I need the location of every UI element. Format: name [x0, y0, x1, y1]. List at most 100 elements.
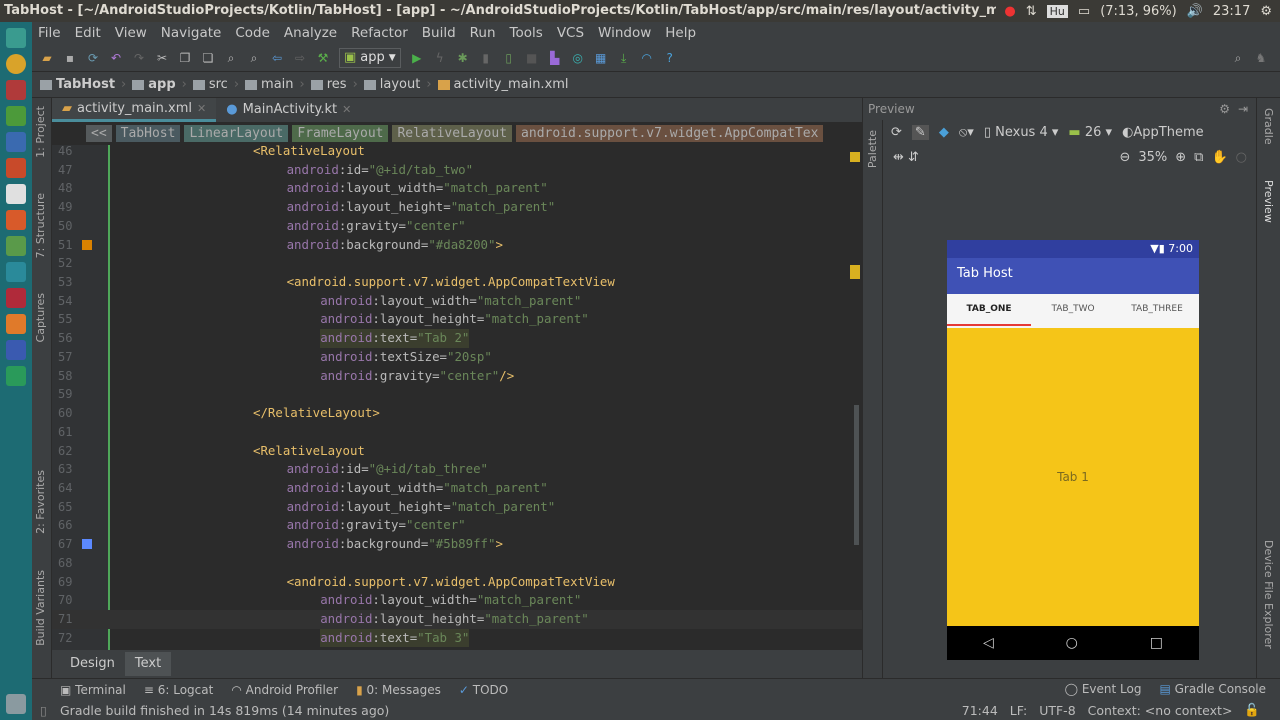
chrome-icon[interactable]	[6, 54, 26, 74]
xml-crumb-item[interactable]: FrameLayout	[292, 125, 389, 142]
xml-crumb-item[interactable]: RelativeLayout	[392, 125, 513, 142]
tool-logcat[interactable]: ≡ 6: Logcat	[144, 683, 213, 697]
code-line[interactable]: 65 android:layout_height="match_parent"	[52, 498, 862, 517]
tool-event-log[interactable]: ◯ Event Log	[1065, 682, 1142, 696]
breadcrumb-res[interactable]: res	[310, 77, 347, 92]
help-icon[interactable]: ?	[663, 51, 677, 65]
profile-icon[interactable]: ▮	[479, 51, 493, 65]
settings-icon[interactable]: ⚙	[1219, 98, 1230, 120]
code-line[interactable]: 58 android:gravity="center"/>	[52, 367, 862, 386]
tool-gradle-console[interactable]: ▤ Gradle Console	[1159, 682, 1266, 696]
spreadsheet-icon[interactable]	[6, 106, 26, 126]
breadcrumb-src[interactable]: src	[192, 77, 228, 92]
tab-mainactivity-kt[interactable]: ● MainActivity.kt ✕	[216, 98, 361, 122]
code-editor[interactable]: 46 <RelativeLayout 47 android:id="@+id/tab_…	[52, 145, 862, 650]
menu-vcs[interactable]: VCS	[557, 22, 584, 44]
breadcrumb-layout[interactable]: layout	[363, 77, 420, 92]
back-icon[interactable]: ⇦	[270, 51, 284, 65]
recents-icon[interactable]: □	[1150, 635, 1163, 651]
editor-scrollbar[interactable]	[848, 145, 862, 650]
network-icon[interactable]: ⇅	[1026, 4, 1037, 19]
tool-todo[interactable]: ✓ TODO	[459, 683, 508, 697]
menu-analyze[interactable]: Analyze	[284, 22, 337, 44]
app-icon[interactable]	[6, 314, 26, 334]
code-line[interactable]: 59	[52, 385, 862, 404]
back-icon[interactable]: ◁	[983, 635, 994, 651]
api-select[interactable]: ▬ 26 ▾	[1068, 125, 1112, 140]
code-line[interactable]: 60 </RelativeLayout>	[52, 404, 862, 423]
run-config-select[interactable]: ▣ app ▼	[339, 47, 401, 68]
search-everywhere-icon[interactable]: ⌕	[1231, 51, 1245, 65]
power-icon[interactable]: ⚙	[1260, 4, 1272, 19]
code-line[interactable]: 61	[52, 423, 862, 442]
tab-text[interactable]: Text	[124, 652, 172, 676]
app-icon[interactable]	[6, 184, 26, 204]
project-structure-icon[interactable]: ▦	[594, 51, 608, 65]
code-line[interactable]: 69 <android.support.v7.widget.AppCompatTe…	[52, 573, 862, 592]
scroll-thumb[interactable]	[854, 405, 859, 545]
sdk-manager-icon[interactable]: ⤓	[617, 51, 631, 65]
theme-select[interactable]: ◐AppTheme	[1122, 125, 1204, 140]
caret-position[interactable]: 71:44	[962, 703, 998, 718]
app-icon[interactable]	[6, 340, 26, 360]
profiler-icon[interactable]: ◠	[640, 51, 654, 65]
pan-arrows-icon[interactable]: ⇹ ⇵	[893, 150, 919, 165]
file-encoding[interactable]: UTF-8	[1039, 703, 1075, 718]
app-icon[interactable]	[6, 288, 26, 308]
phone-tab-three[interactable]: TAB_THREE	[1115, 294, 1199, 328]
color-swatch-icon[interactable]	[82, 539, 92, 550]
hide-panel-icon[interactable]: ⇥	[1238, 98, 1248, 120]
phone-preview[interactable]: ▼▮ 7:00 Tab Host TAB_ONE TAB_TWO TAB_THR…	[947, 240, 1199, 660]
phone-tab-two[interactable]: TAB_TWO	[1031, 294, 1115, 328]
zoom-search-icon[interactable]: ○	[1236, 150, 1247, 165]
code-line[interactable]: 72 android:text="Tab 3"	[52, 628, 862, 648]
code-line[interactable]: 68	[52, 554, 862, 573]
breadcrumb-activity-main-xml[interactable]: activity_main.xml	[437, 77, 569, 92]
app-icon[interactable]	[6, 158, 26, 178]
find-icon[interactable]: ⌕	[224, 51, 238, 65]
files-icon[interactable]	[6, 80, 26, 100]
menu-code[interactable]: Code	[235, 22, 270, 44]
redo-icon[interactable]: ↷	[132, 51, 146, 65]
android-studio-icon[interactable]	[6, 236, 26, 256]
xml-crumb-item[interactable]: android.support.v7.widget.AppCompatTex	[516, 125, 824, 142]
context-indicator[interactable]: Context: <no context>	[1088, 703, 1233, 718]
cut-icon[interactable]: ✂	[155, 51, 169, 65]
warning-stripe-marker[interactable]	[850, 265, 860, 279]
phone-tab-one[interactable]: TAB_ONE	[947, 294, 1031, 328]
breadcrumb-main[interactable]: main	[245, 77, 294, 92]
open-icon[interactable]: ▰	[40, 51, 54, 65]
battery-icon[interactable]: ▭	[1078, 4, 1090, 19]
stop-icon[interactable]: ■	[525, 51, 539, 65]
pan-hand-icon[interactable]: ✋	[1211, 150, 1227, 165]
code-line[interactable]: 70 android:layout_width="match_parent"	[52, 591, 862, 610]
replace-icon[interactable]: ⌕	[247, 51, 261, 65]
error-stripe-marker[interactable]	[850, 152, 860, 162]
xml-crumb-item[interactable]: LinearLayout	[184, 125, 289, 142]
lock-icon[interactable]: 🔓	[1244, 702, 1260, 718]
code-line[interactable]: 53 <android.support.v7.widget.AppCompatTe…	[52, 273, 862, 292]
code-line[interactable]: 55 android:layout_height="match_parent"	[52, 310, 862, 329]
code-line[interactable]: 48 android:layout_width="match_parent"	[52, 179, 862, 198]
undo-icon[interactable]: ↶	[109, 51, 123, 65]
code-line[interactable]: 64 android:layout_width="match_parent"	[52, 479, 862, 498]
paste-icon[interactable]: ❏	[201, 51, 215, 65]
code-line[interactable]: 46 <RelativeLayout	[52, 145, 862, 161]
build-hammer-icon[interactable]: ⚒	[316, 51, 330, 65]
record-icon[interactable]: ●	[1004, 4, 1015, 19]
refresh-icon[interactable]: ⟳	[891, 125, 902, 140]
run-icon[interactable]: ▶	[410, 51, 424, 65]
xml-crumb-item[interactable]: TabHost	[115, 125, 181, 142]
tool-windows-toggle-icon[interactable]: ▯	[40, 703, 47, 718]
sync-icon[interactable]: ⟳	[86, 51, 100, 65]
gradle-sync-icon[interactable]: ◎	[571, 51, 585, 65]
code-line[interactable]: 54 android:layout_width="match_parent"	[52, 292, 862, 311]
menu-refactor[interactable]: Refactor	[351, 22, 408, 44]
copy-icon[interactable]: ❐	[178, 51, 192, 65]
code-line[interactable]: 62 <RelativeLayout	[52, 442, 862, 461]
code-line[interactable]: 47 android:id="@+id/tab_two"	[52, 161, 862, 180]
menu-file[interactable]: File	[38, 22, 61, 44]
code-line[interactable]: 63 android:id="@+id/tab_three"	[52, 460, 862, 479]
tool-terminal[interactable]: ▣ Terminal	[60, 683, 126, 697]
app-icon[interactable]	[6, 210, 26, 230]
